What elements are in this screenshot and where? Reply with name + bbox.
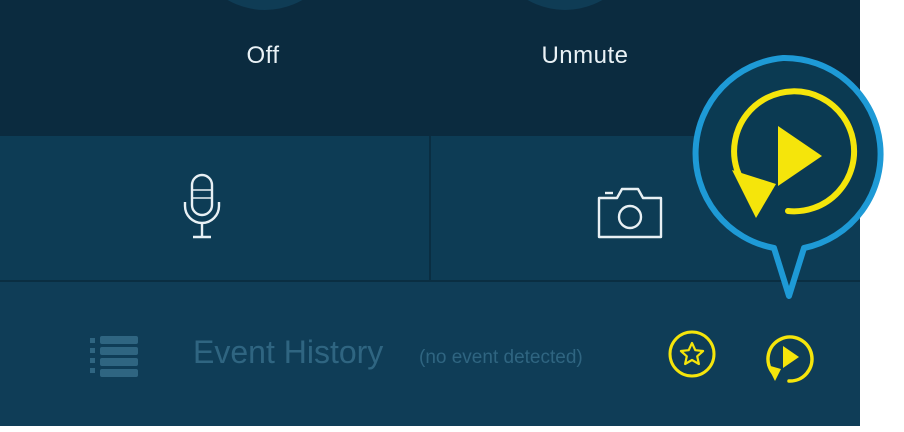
top-controls: Off Unmute: [0, 0, 860, 136]
event-status: (no event detected): [419, 347, 583, 368]
event-history-row: Event History (no event detected): [0, 282, 860, 426]
off-label: Off: [246, 42, 280, 69]
replay-button[interactable]: [759, 329, 819, 389]
replay-icon: [766, 335, 814, 383]
list-icon: [90, 336, 138, 377]
unmute-toggle-knob[interactable]: [490, 0, 640, 10]
camera-icon: [597, 187, 663, 239]
snapshot-button[interactable]: [431, 136, 860, 280]
microphone-button[interactable]: [0, 136, 429, 280]
favorite-button[interactable]: [667, 329, 717, 379]
unmute-label: Unmute: [541, 42, 629, 69]
camera-control-panel: Off Unmute Event History (no event detec…: [0, 0, 860, 426]
microphone-icon: [183, 173, 221, 239]
event-history-title: Event History: [193, 334, 384, 370]
star-icon: [668, 330, 716, 378]
off-toggle-knob[interactable]: [190, 0, 340, 10]
